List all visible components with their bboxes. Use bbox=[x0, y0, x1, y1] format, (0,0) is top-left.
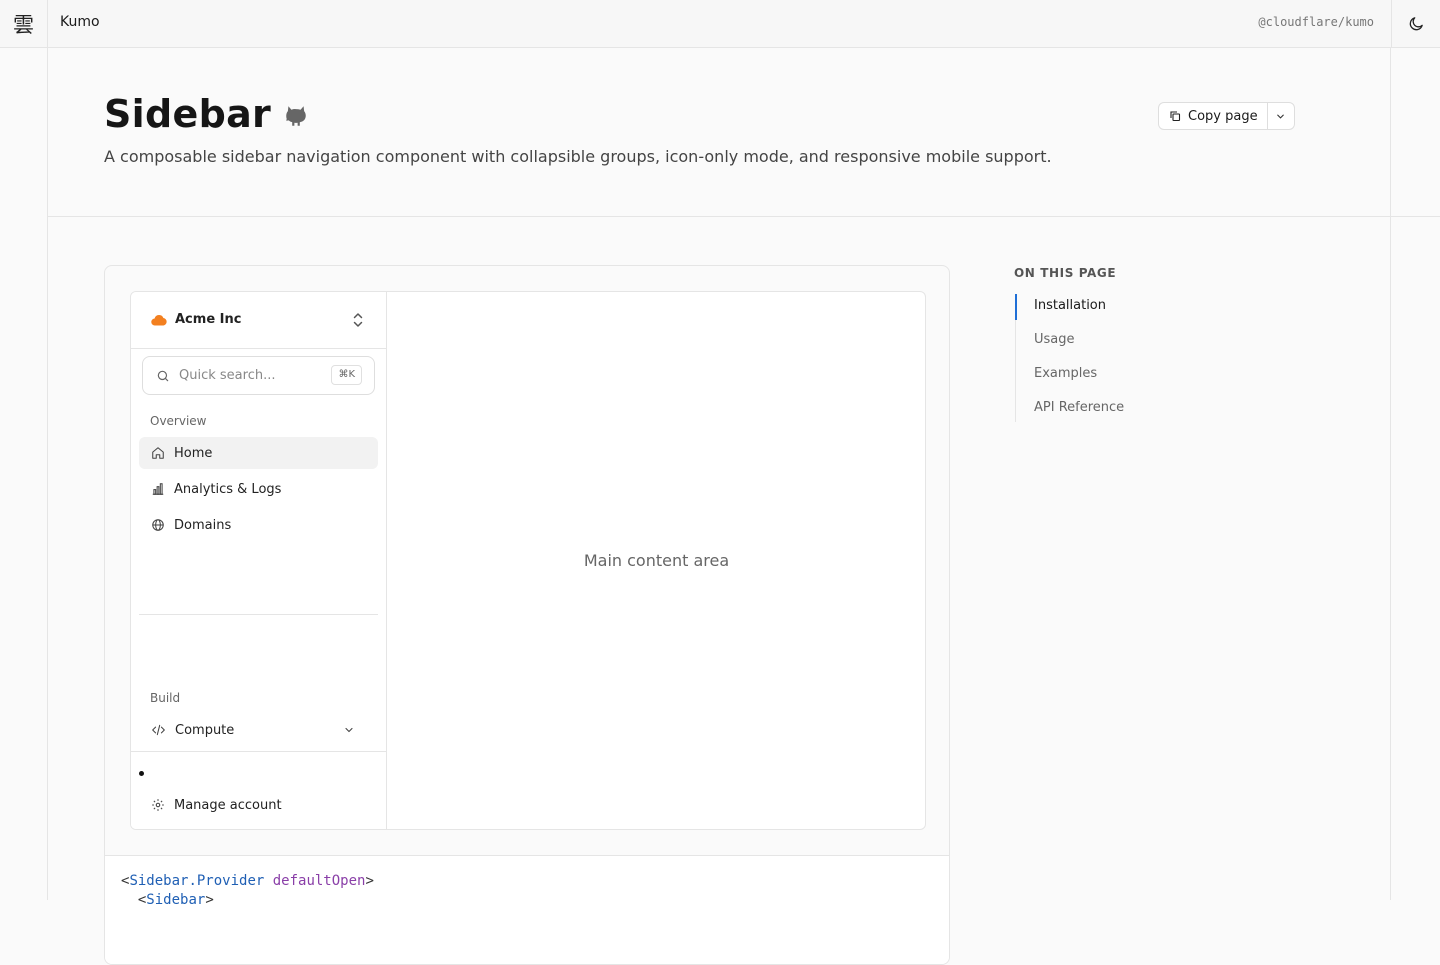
group-label-overview: Overview bbox=[150, 414, 207, 428]
github-icon[interactable] bbox=[283, 103, 309, 129]
quick-search-input[interactable]: Quick search... ⌘K bbox=[142, 356, 375, 395]
footer-bullet bbox=[139, 771, 144, 776]
brand-name[interactable]: Kumo bbox=[60, 14, 100, 30]
toc-title: ON THIS PAGE bbox=[1014, 266, 1117, 280]
home-logo[interactable]: 雲 bbox=[0, 0, 48, 47]
sidebar-separator bbox=[139, 614, 378, 615]
toc-active-indicator bbox=[1015, 294, 1017, 320]
right-rail bbox=[1390, 48, 1391, 900]
copy-page-label: Copy page bbox=[1188, 108, 1258, 124]
nav-item-compute[interactable]: Compute bbox=[139, 714, 378, 746]
copy-page-menu-button[interactable] bbox=[1268, 103, 1294, 129]
main-content-label: Main content area bbox=[583, 551, 730, 570]
toc-item-installation[interactable]: Installation bbox=[1034, 298, 1106, 313]
copy-icon bbox=[1169, 110, 1188, 122]
search-placeholder: Quick search... bbox=[179, 368, 276, 383]
header-divider bbox=[48, 216, 1440, 217]
cloud-logo-icon bbox=[151, 314, 167, 326]
toc-item-api-reference[interactable]: API Reference bbox=[1034, 400, 1124, 415]
code-token: > bbox=[205, 892, 214, 908]
nav-item-analytics[interactable]: Analytics & Logs bbox=[139, 473, 378, 505]
nav-item-label: Analytics & Logs bbox=[174, 481, 282, 497]
shortcut-badge: ⌘K bbox=[331, 365, 362, 385]
code-token: > bbox=[365, 873, 374, 889]
sidebar-footer: Manage account bbox=[131, 751, 386, 829]
demo-sidebar: Acme Inc Quick search... ⌘K Overview Hom… bbox=[131, 292, 387, 829]
gear-icon bbox=[151, 798, 174, 812]
main-content-area: Main content area bbox=[388, 292, 925, 829]
logo-glyph: 雲 bbox=[13, 12, 34, 37]
copy-page-group: Copy page bbox=[1158, 102, 1295, 130]
home-icon bbox=[151, 446, 174, 460]
moon-icon bbox=[1408, 15, 1425, 32]
org-name: Acme Inc bbox=[175, 312, 242, 327]
manage-account-button[interactable]: Manage account bbox=[139, 789, 378, 821]
page-header: Sidebar bbox=[104, 92, 309, 136]
toc-item-examples[interactable]: Examples bbox=[1034, 366, 1097, 381]
left-rail bbox=[47, 48, 48, 900]
toc-item-usage[interactable]: Usage bbox=[1034, 332, 1075, 347]
demo-preview: Acme Inc Quick search... ⌘K Overview Hom… bbox=[104, 265, 950, 965]
page-title: Sidebar bbox=[104, 92, 272, 136]
org-switcher-icon[interactable] bbox=[351, 311, 365, 329]
code-token-attr: defaultOpen bbox=[264, 873, 366, 889]
nav-item-label: Manage account bbox=[174, 797, 282, 813]
chevron-down-icon bbox=[1275, 111, 1286, 122]
search-icon bbox=[143, 369, 170, 383]
sidebar-header: Acme Inc bbox=[131, 292, 386, 349]
code-token-component: Sidebar bbox=[146, 892, 206, 908]
chevron-down-icon bbox=[343, 724, 364, 736]
group-label-build: Build bbox=[150, 691, 181, 705]
code-token-component: Sidebar.Provider bbox=[129, 873, 265, 889]
code-token: < bbox=[121, 892, 147, 908]
globe-icon bbox=[151, 518, 174, 532]
nav-item-label: Domains bbox=[174, 517, 232, 533]
package-name: @cloudflare/kumo bbox=[1258, 15, 1374, 29]
top-bar: 雲 Kumo @cloudflare/kumo bbox=[0, 0, 1440, 48]
demo-canvas: Acme Inc Quick search... ⌘K Overview Hom… bbox=[130, 291, 926, 830]
chart-bar-icon bbox=[151, 482, 174, 496]
code-block: <Sidebar.Provider defaultOpen> <Sidebar> bbox=[105, 855, 949, 964]
code-icon bbox=[151, 723, 175, 737]
theme-toggle-button[interactable] bbox=[1391, 0, 1440, 47]
copy-page-button[interactable]: Copy page bbox=[1159, 103, 1268, 129]
nav-item-domains[interactable]: Domains bbox=[139, 509, 378, 541]
code-line: <Sidebar> bbox=[121, 892, 214, 908]
nav-item-label: Compute bbox=[175, 722, 235, 738]
code-line: <Sidebar.Provider defaultOpen> bbox=[121, 873, 374, 889]
page-description: A composable sidebar navigation componen… bbox=[104, 147, 1052, 166]
nav-item-home[interactable]: Home bbox=[139, 437, 378, 469]
nav-item-label: Home bbox=[174, 445, 213, 461]
